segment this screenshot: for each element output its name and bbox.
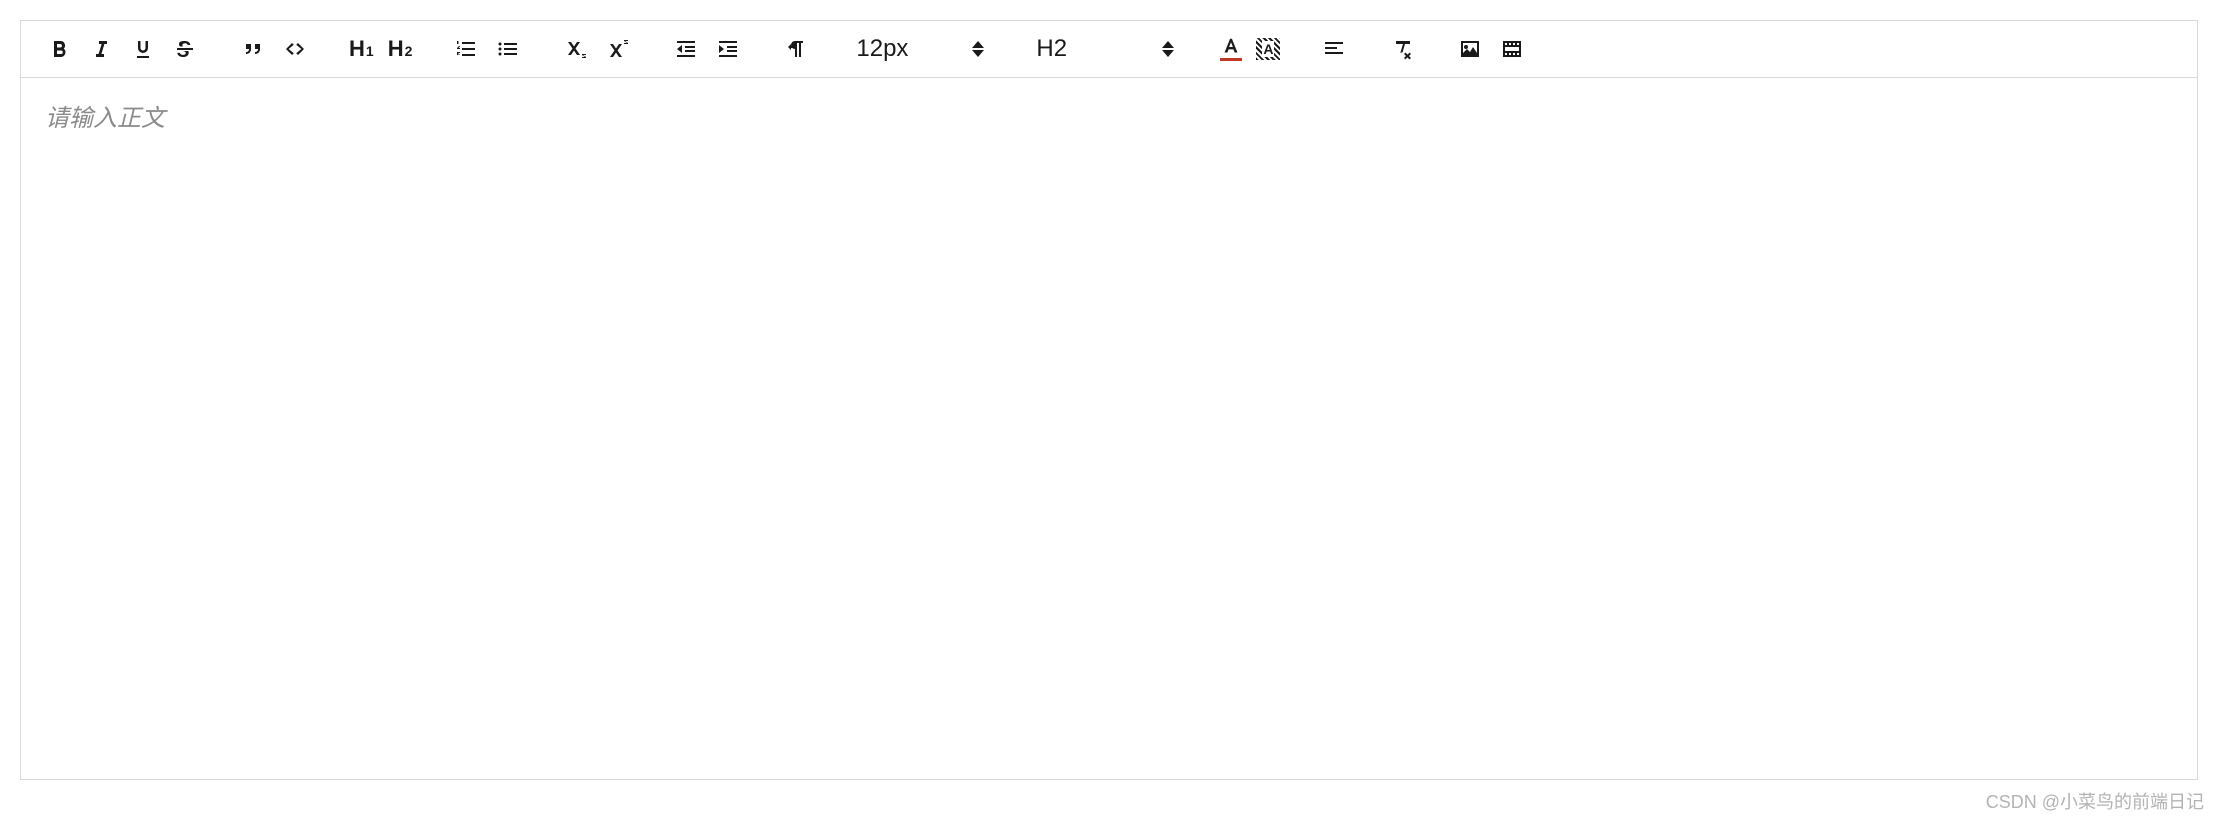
toolbar-group-insert bbox=[239, 35, 309, 63]
quote-icon bbox=[241, 37, 265, 61]
subscript-button[interactable] bbox=[562, 35, 590, 63]
editor-toolbar: H1 H2 bbox=[21, 21, 2197, 78]
header-select-value: H2 bbox=[1036, 35, 1067, 63]
caret-sort-icon bbox=[972, 41, 984, 57]
toolbar-group-indent bbox=[672, 35, 742, 63]
font-color-swatch bbox=[1220, 58, 1242, 61]
font-color-button[interactable] bbox=[1220, 37, 1242, 61]
heading2-button[interactable]: H2 bbox=[388, 38, 413, 60]
toolbar-group-format bbox=[45, 35, 199, 63]
align-left-icon bbox=[1322, 37, 1346, 61]
bold-icon bbox=[47, 37, 71, 61]
unordered-list-button[interactable] bbox=[494, 35, 522, 63]
italic-icon bbox=[89, 37, 113, 61]
toolbar-group-headings: H1 H2 bbox=[349, 38, 412, 60]
pilcrow-icon bbox=[784, 37, 808, 61]
heading1-button[interactable]: H1 bbox=[349, 38, 374, 60]
heading1-sub: 1 bbox=[366, 44, 374, 58]
font-size-select[interactable]: 12px bbox=[850, 35, 990, 63]
editor-content-area[interactable]: 请输入正文 bbox=[21, 78, 2197, 779]
outdent-button[interactable] bbox=[672, 35, 700, 63]
toolbar-group-clear bbox=[1388, 35, 1416, 63]
unordered-list-icon bbox=[496, 37, 520, 61]
underline-icon bbox=[131, 37, 155, 61]
bold-button[interactable] bbox=[45, 35, 73, 63]
superscript-icon bbox=[606, 37, 630, 61]
heading2-sub: 2 bbox=[405, 44, 413, 58]
blockquote-button[interactable] bbox=[239, 35, 267, 63]
toolbar-group-direction bbox=[782, 35, 810, 63]
strikethrough-button[interactable] bbox=[171, 35, 199, 63]
toolbar-group-script bbox=[562, 35, 632, 63]
image-icon bbox=[1458, 37, 1482, 61]
codeblock-button[interactable] bbox=[281, 35, 309, 63]
background-color-button[interactable] bbox=[1256, 38, 1280, 60]
editor-placeholder: 请输入正文 bbox=[45, 98, 2173, 133]
toolbar-group-align bbox=[1320, 35, 1348, 63]
indent-icon bbox=[716, 37, 740, 61]
heading2-label: H bbox=[388, 38, 404, 60]
subscript-icon bbox=[564, 37, 588, 61]
video-icon bbox=[1500, 37, 1524, 61]
indent-button[interactable] bbox=[714, 35, 742, 63]
ordered-list-icon bbox=[454, 37, 478, 61]
toolbar-group-media bbox=[1456, 35, 1526, 63]
font-color-icon bbox=[1220, 37, 1242, 57]
italic-button[interactable] bbox=[87, 35, 115, 63]
align-button[interactable] bbox=[1320, 35, 1348, 63]
toolbar-group-color bbox=[1220, 37, 1280, 61]
clear-format-button[interactable] bbox=[1388, 35, 1416, 63]
watermark-text: CSDN @小菜鸟的前端日记 bbox=[1986, 788, 2204, 814]
code-icon bbox=[283, 37, 307, 61]
ordered-list-button[interactable] bbox=[452, 35, 480, 63]
image-button[interactable] bbox=[1456, 35, 1484, 63]
caret-sort-icon bbox=[1162, 41, 1174, 57]
video-button[interactable] bbox=[1498, 35, 1526, 63]
underline-button[interactable] bbox=[129, 35, 157, 63]
rich-text-editor: H1 H2 bbox=[20, 20, 2198, 780]
highlight-icon bbox=[1256, 38, 1280, 60]
font-size-value: 12px bbox=[856, 35, 908, 63]
outdent-icon bbox=[674, 37, 698, 61]
superscript-button[interactable] bbox=[604, 35, 632, 63]
strikethrough-icon bbox=[173, 37, 197, 61]
toolbar-group-list bbox=[452, 35, 522, 63]
heading1-label: H bbox=[349, 38, 365, 60]
clear-format-icon bbox=[1390, 37, 1414, 61]
header-select[interactable]: H2 bbox=[1030, 35, 1180, 63]
text-direction-button[interactable] bbox=[782, 35, 810, 63]
